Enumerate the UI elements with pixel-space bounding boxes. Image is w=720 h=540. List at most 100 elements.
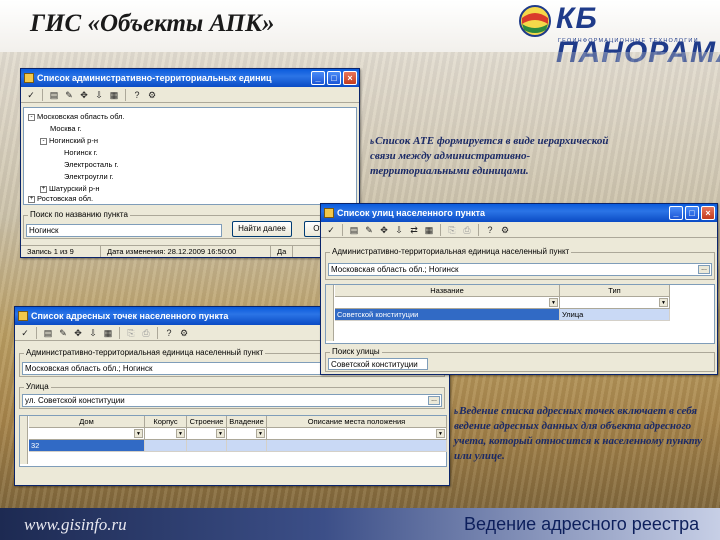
list-icon[interactable]: ▤ xyxy=(48,89,60,101)
checkmark-icon[interactable]: ✓ xyxy=(325,224,337,236)
logo-subtitle: ГЕОИНФОРМАЦИОННЫЕ ТЕХНОЛОГИИ xyxy=(558,38,699,44)
browse-button[interactable]: ... xyxy=(698,265,710,274)
status-user: Да xyxy=(271,246,294,257)
maximize-button[interactable]: □ xyxy=(327,71,341,85)
down-arrow-icon[interactable]: ⇩ xyxy=(93,89,105,101)
table-icon[interactable]: ▦ xyxy=(423,224,435,236)
row-header xyxy=(20,416,28,464)
streets-window-titlebar[interactable]: Список улиц населенного пункта _ □ × xyxy=(321,204,717,222)
dropdown-icon[interactable]: ▼ xyxy=(176,429,185,438)
move-icon[interactable]: ✥ xyxy=(72,327,84,339)
streets-grid[interactable]: Название Тип ▼ ▼ Советской конституции У… xyxy=(325,284,715,344)
help-icon[interactable]: ? xyxy=(163,327,175,339)
help-icon[interactable]: ? xyxy=(131,89,143,101)
cell-street-type[interactable]: Улица xyxy=(560,309,670,321)
col-building[interactable]: Корпус xyxy=(145,416,187,428)
filter-house[interactable]: ▼ xyxy=(29,428,145,440)
cell-house[interactable]: 32 xyxy=(29,440,145,452)
link-icon[interactable]: ⇄ xyxy=(408,224,420,236)
cell-location[interactable] xyxy=(267,440,447,452)
checkmark-icon[interactable]: ✓ xyxy=(19,327,31,339)
dropdown-icon[interactable]: ▼ xyxy=(436,429,445,438)
street-field[interactable]: ул. Советской конституции ... xyxy=(22,394,442,407)
filter-structure[interactable]: ▼ xyxy=(187,428,227,440)
move-icon[interactable]: ✥ xyxy=(378,224,390,236)
dropdown-icon[interactable]: ▼ xyxy=(216,429,225,438)
close-button[interactable]: × xyxy=(343,71,357,85)
bullet-icon: ь xyxy=(370,136,375,146)
collapse-icon[interactable]: - xyxy=(40,138,47,145)
tree-item[interactable]: + Шатурский р-н xyxy=(40,184,100,194)
filter-ownership[interactable]: ▼ xyxy=(227,428,267,440)
browse-button[interactable]: ... xyxy=(428,396,440,405)
col-house[interactable]: Дом xyxy=(29,416,145,428)
checkmark-icon[interactable]: ✓ xyxy=(25,89,37,101)
bullet-1-text: Список АТЕ формируется в виде иерархичес… xyxy=(370,135,609,177)
tree-item[interactable]: Электросталь г. xyxy=(64,160,118,170)
ate-tree[interactable]: - Московская область обл. Москва г. - Ноги… xyxy=(23,107,357,205)
list-icon[interactable]: ▤ xyxy=(42,327,54,339)
help-icon[interactable]: ? xyxy=(484,224,496,236)
down-arrow-icon[interactable]: ⇩ xyxy=(87,327,99,339)
toolbar-separator xyxy=(342,223,343,236)
col-location[interactable]: Описание места положения xyxy=(267,416,447,428)
col-ownership[interactable]: Владение xyxy=(227,416,267,428)
minimize-button[interactable]: _ xyxy=(669,206,683,220)
paste-icon[interactable]: ⎙ xyxy=(140,327,152,339)
expand-icon[interactable]: + xyxy=(40,186,47,193)
edit-icon[interactable]: ✎ xyxy=(63,89,75,101)
tree-item[interactable]: Ногинск г. xyxy=(64,148,98,158)
slide-footer: www.gisinfo.ru Ведение адресного реестра xyxy=(0,508,720,540)
copy-icon[interactable]: ⎘ xyxy=(125,327,137,339)
paste-icon[interactable]: ⎙ xyxy=(461,224,473,236)
tree-icon[interactable]: ⚙ xyxy=(499,224,511,236)
ate-window-titlebar[interactable]: Список административно-территориальных е… xyxy=(21,69,359,87)
street-search-input[interactable]: Советской конституции xyxy=(328,358,428,370)
table-icon[interactable]: ▦ xyxy=(102,327,114,339)
col-structure[interactable]: Строение xyxy=(187,416,227,428)
down-arrow-icon[interactable]: ⇩ xyxy=(393,224,405,236)
dropdown-icon[interactable]: ▼ xyxy=(549,298,558,307)
col-name[interactable]: Название xyxy=(335,285,560,297)
minimize-button[interactable]: _ xyxy=(311,71,325,85)
search-groupbox: Поиск по названию пункта Ногинск Найти д… xyxy=(23,210,338,239)
col-type[interactable]: Тип xyxy=(560,285,670,297)
window-app-icon xyxy=(24,73,34,83)
company-logo: КБ ПАНОРАМА ГЕОИНФОРМАЦИОННЫЕ ТЕХНОЛОГИИ xyxy=(518,2,720,69)
move-icon[interactable]: ✥ xyxy=(78,89,90,101)
close-button[interactable]: × xyxy=(701,206,715,220)
maximize-button[interactable]: □ xyxy=(685,206,699,220)
list-icon[interactable]: ▤ xyxy=(348,224,360,236)
status-date: Дата изменения: 28.12.2009 16:50:00 xyxy=(101,246,271,257)
cell-street-name[interactable]: Советской конституции xyxy=(335,309,560,321)
expand-icon[interactable]: + xyxy=(28,196,35,203)
filter-type[interactable]: ▼ xyxy=(560,297,670,309)
dropdown-icon[interactable]: ▼ xyxy=(256,429,265,438)
tree-item[interactable]: Электроугли г. xyxy=(64,172,114,182)
cell-building[interactable] xyxy=(145,440,187,452)
collapse-icon[interactable]: - xyxy=(28,114,35,121)
edit-icon[interactable]: ✎ xyxy=(363,224,375,236)
cell-ownership[interactable] xyxy=(227,440,267,452)
cell-structure[interactable] xyxy=(187,440,227,452)
filter-name[interactable]: ▼ xyxy=(335,297,560,309)
ate-field[interactable]: Московская область обл.; Ногинск ... xyxy=(328,263,712,276)
tree-item[interactable]: - Ногинский р-н xyxy=(40,136,98,146)
filter-location[interactable]: ▼ xyxy=(267,428,447,440)
search-input[interactable]: Ногинск xyxy=(26,224,222,237)
find-next-button[interactable]: Найти далее xyxy=(232,221,292,237)
copy-icon[interactable]: ⎘ xyxy=(446,224,458,236)
tree-item[interactable]: + Ростовская обл. xyxy=(28,194,93,204)
table-icon[interactable]: ▦ xyxy=(108,89,120,101)
dropdown-icon[interactable]: ▼ xyxy=(134,429,143,438)
tree-item[interactable]: - Московская область обл. xyxy=(28,112,125,122)
tree-item[interactable]: Москва г. xyxy=(50,124,82,134)
toolbar-separator xyxy=(125,88,126,101)
slide-header: ГИС «Объекты АПК» КБ ПАНОРАМА ГЕОИНФОРМА… xyxy=(0,0,720,69)
address-grid[interactable]: Дом Корпус Строение Владение Описание ме… xyxy=(19,415,447,467)
tree-icon[interactable]: ⚙ xyxy=(146,89,158,101)
filter-building[interactable]: ▼ xyxy=(145,428,187,440)
edit-icon[interactable]: ✎ xyxy=(57,327,69,339)
dropdown-icon[interactable]: ▼ xyxy=(659,298,668,307)
tree-icon[interactable]: ⚙ xyxy=(178,327,190,339)
